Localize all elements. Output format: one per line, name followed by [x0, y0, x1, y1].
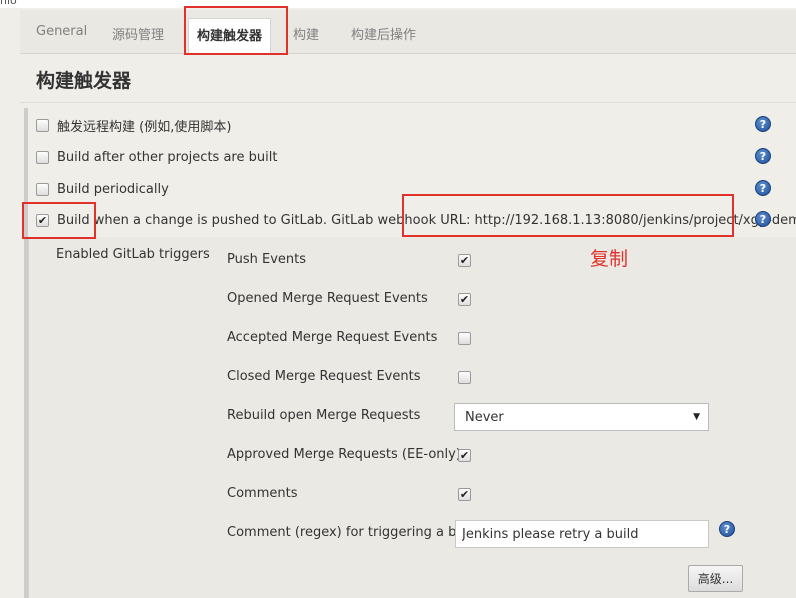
comments-checkbox[interactable]: ✔: [458, 488, 471, 501]
build-after-other-checkbox[interactable]: [36, 150, 49, 164]
build-periodically-checkbox[interactable]: [36, 182, 49, 196]
tab-post-build[interactable]: 构建后操作: [351, 24, 416, 43]
remote-build-label: 触发远程构建 (例如,使用脚本): [57, 119, 232, 135]
trigger-row-remote: 触发远程构建 (例如,使用脚本): [36, 115, 231, 135]
accepted-mr-label: Accepted Merge Request Events: [227, 330, 438, 345]
help-icon[interactable]: ?: [719, 521, 735, 537]
closed-mr-checkbox[interactable]: [458, 371, 471, 384]
advanced-button[interactable]: 高级...: [688, 565, 743, 592]
closed-mr-label: Closed Merge Request Events: [227, 369, 421, 384]
enabled-gitlab-triggers-label: Enabled GitLab triggers: [56, 247, 210, 262]
comment-regex-input[interactable]: [455, 520, 709, 548]
top-strip: nio: [0, 0, 796, 8]
section-title: 构建触发器: [36, 70, 132, 92]
build-periodically-label: Build periodically: [57, 181, 169, 197]
copy-annotation: 复制: [590, 248, 629, 270]
tab-general[interactable]: General: [36, 24, 87, 39]
help-icon[interactable]: ?: [755, 180, 771, 196]
approved-mr-label: Approved Merge Requests (EE-only): [227, 447, 461, 462]
annotation-box-tab: [184, 6, 288, 55]
rebuild-mr-value: Never: [465, 409, 504, 425]
build-after-other-label: Build after other projects are built: [57, 149, 278, 165]
push-events-checkbox[interactable]: ✔: [458, 254, 471, 267]
tab-bar: General 源码管理 构建触发器 构建 构建后操作: [20, 10, 796, 54]
annotation-box-checkbox: [22, 202, 96, 239]
trigger-row-after-other: Build after other projects are built: [36, 147, 277, 167]
push-events-label: Push Events: [227, 252, 307, 267]
help-icon[interactable]: ?: [755, 148, 771, 164]
help-icon[interactable]: ?: [755, 211, 771, 227]
accepted-mr-checkbox[interactable]: [458, 332, 471, 345]
comments-label: Comments: [227, 486, 298, 501]
opened-mr-checkbox[interactable]: ✔: [458, 293, 471, 306]
divider: [20, 102, 796, 103]
comment-regex-label: Comment (regex) for triggering a build: [227, 525, 481, 540]
approved-mr-checkbox[interactable]: ✔: [458, 449, 471, 462]
tab-build[interactable]: 构建: [293, 24, 319, 43]
tab-source-control[interactable]: 源码管理: [112, 24, 164, 43]
annotation-box-url: [402, 194, 734, 237]
rebuild-mr-label: Rebuild open Merge Requests: [227, 408, 421, 423]
remote-build-checkbox[interactable]: [36, 118, 49, 132]
rebuild-mr-select[interactable]: Never ▼: [454, 403, 709, 431]
help-icon[interactable]: ?: [755, 116, 771, 132]
chevron-down-icon: ▼: [693, 412, 700, 422]
trigger-row-periodic: Build periodically: [36, 179, 169, 199]
truncated-text: nio: [0, 0, 17, 7]
opened-mr-label: Opened Merge Request Events: [227, 291, 428, 306]
